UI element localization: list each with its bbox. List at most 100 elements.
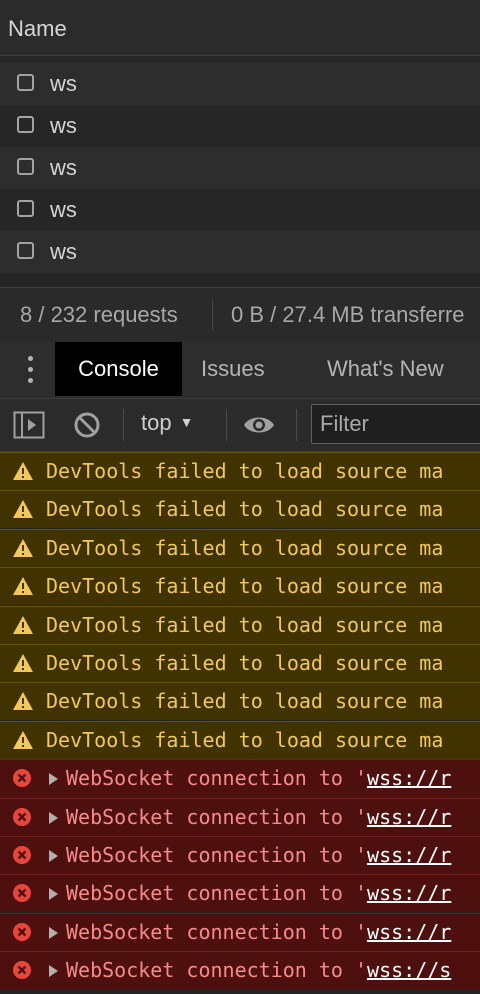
warning-icon bbox=[12, 576, 34, 601]
toolbar-divider bbox=[296, 409, 297, 441]
message-text: WebSocket connection to ' bbox=[66, 881, 368, 905]
clear-console-icon[interactable] bbox=[73, 411, 101, 444]
request-count: 8 / 232 requests bbox=[20, 302, 178, 327]
console-error-message[interactable]: WebSocket connection to 'wss://s bbox=[0, 951, 480, 989]
message-body: WebSocket connection to 'wss://r bbox=[66, 805, 451, 829]
request-name: ws bbox=[50, 239, 77, 264]
row-checkbox[interactable] bbox=[17, 200, 34, 217]
console-error-message[interactable]: WebSocket connection to 'wss://r bbox=[0, 759, 480, 797]
warning-icon bbox=[12, 653, 34, 678]
message-text: WebSocket connection to ' bbox=[66, 766, 368, 790]
expand-arrow-icon[interactable] bbox=[49, 773, 58, 785]
message-text: DevTools failed to load source ma bbox=[46, 689, 444, 713]
row-checkbox[interactable] bbox=[17, 116, 34, 133]
message-text: DevTools failed to load source ma bbox=[46, 536, 444, 560]
message-link[interactable]: wss://r bbox=[367, 805, 451, 829]
message-link[interactable]: wss://s bbox=[367, 958, 451, 982]
tab-console[interactable]: Console bbox=[55, 342, 182, 396]
console-warning-message[interactable]: DevTools failed to load source ma bbox=[0, 452, 480, 490]
console-warning-message[interactable]: DevTools failed to load source ma bbox=[0, 567, 480, 605]
request-name: ws bbox=[50, 71, 77, 96]
expand-arrow-icon[interactable] bbox=[49, 965, 58, 977]
message-link[interactable]: wss://r bbox=[367, 843, 451, 867]
error-icon bbox=[12, 883, 32, 908]
error-icon bbox=[12, 768, 32, 793]
request-name: ws bbox=[50, 197, 77, 222]
message-link[interactable]: wss://r bbox=[367, 881, 451, 905]
expand-arrow-icon[interactable] bbox=[49, 812, 58, 824]
console-warning-message[interactable]: DevTools failed to load source ma bbox=[0, 529, 480, 567]
network-row[interactable]: ws bbox=[0, 231, 480, 273]
console-warning-message[interactable]: DevTools failed to load source ma bbox=[0, 682, 480, 720]
network-request-list[interactable]: ws ws ws ws ws ws bbox=[0, 56, 480, 287]
message-body: WebSocket connection to 'wss://r bbox=[66, 881, 451, 905]
console-error-message[interactable]: WebSocket connection to 'wss://r bbox=[0, 836, 480, 874]
toolbar-divider bbox=[226, 409, 227, 441]
context-selector[interactable]: top ▼ bbox=[141, 410, 193, 436]
row-checkbox[interactable] bbox=[17, 74, 34, 91]
request-name: ws bbox=[50, 113, 77, 138]
console-error-message[interactable]: WebSocket connection to 'wss://r bbox=[0, 913, 480, 951]
message-body: WebSocket connection to 'wss://r bbox=[66, 766, 451, 790]
warning-icon bbox=[12, 538, 34, 563]
live-expression-eye-icon[interactable] bbox=[243, 413, 275, 442]
row-checkbox[interactable] bbox=[17, 242, 34, 259]
console-warning-message[interactable]: DevTools failed to load source ma bbox=[0, 644, 480, 682]
network-row[interactable]: ws bbox=[0, 105, 480, 147]
error-icon bbox=[12, 922, 32, 947]
message-text: WebSocket connection to ' bbox=[66, 843, 368, 867]
message-text: DevTools failed to load source ma bbox=[46, 728, 444, 752]
message-text: WebSocket connection to ' bbox=[66, 805, 368, 829]
message-text: DevTools failed to load source ma bbox=[46, 459, 444, 483]
console-error-message[interactable]: WebSocket connection to 'wss://r bbox=[0, 798, 480, 836]
message-link[interactable]: wss://r bbox=[367, 920, 451, 944]
context-label: top bbox=[141, 410, 172, 435]
error-icon bbox=[12, 845, 32, 870]
warning-icon bbox=[12, 461, 34, 486]
expand-arrow-icon[interactable] bbox=[49, 927, 58, 939]
filter-input[interactable] bbox=[312, 405, 480, 443]
message-link[interactable]: wss://r bbox=[367, 766, 451, 790]
more-tools-icon[interactable] bbox=[28, 356, 34, 386]
warning-icon bbox=[12, 691, 34, 716]
console-messages[interactable]: DevTools failed to load source ma DevTool… bbox=[0, 452, 480, 994]
warning-icon bbox=[12, 730, 34, 755]
console-warning-message[interactable]: DevTools failed to load source ma bbox=[0, 606, 480, 644]
message-text: DevTools failed to load source ma bbox=[46, 613, 444, 637]
status-divider bbox=[212, 300, 213, 330]
console-error-message[interactable]: WebSocket connection to 'wss://r bbox=[0, 874, 480, 912]
tab-whats-new[interactable]: What's New bbox=[327, 342, 444, 396]
expand-arrow-icon[interactable] bbox=[49, 850, 58, 862]
toolbar-divider bbox=[123, 409, 124, 441]
warning-icon bbox=[12, 615, 34, 640]
transfer-size: 0 B / 27.4 MB transferre bbox=[231, 302, 465, 327]
network-row[interactable]: ws bbox=[0, 147, 480, 189]
network-status-bar: 8 / 232 requests 0 B / 27.4 MB transferr… bbox=[0, 287, 480, 343]
console-warning-message[interactable]: DevTools failed to load source ma bbox=[0, 721, 480, 759]
network-row[interactable]: ws bbox=[0, 189, 480, 231]
message-text: DevTools failed to load source ma bbox=[46, 497, 444, 521]
tab-issues[interactable]: Issues bbox=[201, 342, 265, 396]
error-icon bbox=[12, 960, 32, 985]
console-warning-message[interactable]: DevTools failed to load source ma bbox=[0, 490, 480, 528]
filter-box bbox=[311, 404, 480, 444]
warning-icon bbox=[12, 499, 34, 524]
message-text: DevTools failed to load source ma bbox=[46, 651, 444, 675]
console-toolbar: top ▼ bbox=[0, 399, 480, 452]
message-body: WebSocket connection to 'wss://r bbox=[66, 843, 451, 867]
show-sidebar-icon[interactable] bbox=[13, 411, 45, 444]
drawer-tab-bar: Console Issues What's New bbox=[0, 342, 480, 399]
network-row[interactable]: ws bbox=[0, 56, 480, 63]
message-body: WebSocket connection to 'wss://r bbox=[66, 920, 451, 944]
message-body: WebSocket connection to 'wss://s bbox=[66, 958, 451, 982]
message-text: WebSocket connection to ' bbox=[66, 920, 368, 944]
name-column-header[interactable]: Name bbox=[8, 16, 67, 42]
network-row[interactable]: ws bbox=[0, 63, 480, 105]
request-name: ws bbox=[50, 155, 77, 180]
dropdown-arrow-icon: ▼ bbox=[179, 414, 194, 430]
network-table-header: Name bbox=[0, 0, 480, 56]
row-checkbox[interactable] bbox=[17, 158, 34, 175]
error-icon bbox=[12, 807, 32, 832]
message-text: WebSocket connection to ' bbox=[66, 958, 368, 982]
expand-arrow-icon[interactable] bbox=[49, 888, 58, 900]
